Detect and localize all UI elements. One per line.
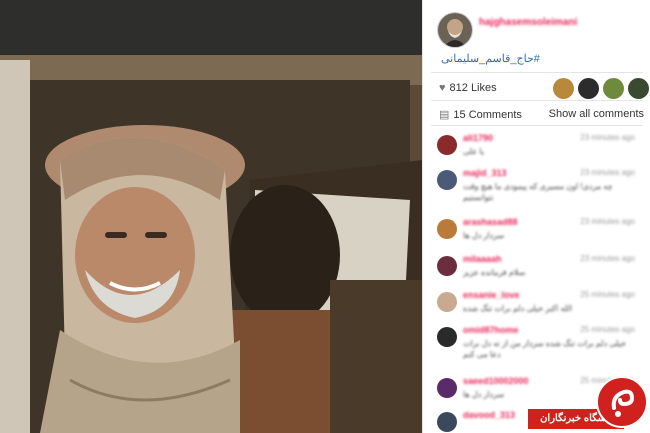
post-photo [0,0,422,433]
post-hashtag[interactable]: #حاج_قاسم_سلیمانی [441,52,540,65]
comment-text: خیلی دلم برات تنگ شده سردار من از ته دل … [463,339,627,359]
commenter-avatar[interactable] [437,256,457,276]
comments-count: ▤ 15 Comments [439,108,522,121]
comment-time: 23 minutes ago [580,254,635,263]
commenter-avatar[interactable] [437,327,457,347]
comment-text: یا علی [463,147,484,156]
commenter-username[interactable]: arashasad88 [463,217,518,227]
commenter-username[interactable]: davood_313 [463,410,515,420]
commenter-avatar[interactable] [437,135,457,155]
comment-item: arashasad88 23 minutes ago سردار دل ها [437,217,643,249]
liker-avatar[interactable] [603,78,624,99]
commenter-username[interactable]: ali1790 [463,133,493,143]
commenter-username[interactable]: omid87home [463,325,519,335]
post-username[interactable]: hajghasemsoleimani [479,17,577,28]
heart-icon: ♥ [439,82,446,94]
commenter-username[interactable]: majid_313 [463,168,507,178]
post-sidebar: hajghasemsoleimani #حاج_قاسم_سلیمانی ♥ 81… [422,0,650,433]
liker-avatar[interactable] [628,78,649,99]
comment-item: milaaaah 23 minutes ago سلام فرمانده عزی… [437,254,643,286]
likes-label: 812 Likes [449,82,497,94]
comment-item: omid87home 25 minutes ago خیلی دلم برات … [437,325,643,359]
comment-time: 23 minutes ago [580,168,635,177]
divider [431,125,643,126]
commenter-username[interactable]: saeed10002000 [463,376,529,386]
liker-avatar[interactable] [553,78,574,99]
comment-text: سلام فرمانده عزیز [463,268,526,277]
comment-item: ali1790 23 minutes ago یا علی [437,133,643,165]
comment-text: الله اکبر خیلی دلم برات تنگ شده [463,304,573,313]
comment-time: 23 minutes ago [580,217,635,226]
show-all-comments-link[interactable]: Show all comments [549,108,644,120]
comment-time: 23 minutes ago [580,133,635,142]
commenter-avatar[interactable] [437,412,457,432]
comment-item: ensanie_love 25 minutes ago الله اکبر خی… [437,290,643,322]
divider [431,100,643,101]
comment-icon: ▤ [439,109,450,121]
commenter-avatar[interactable] [437,219,457,239]
comment-time: 25 minutes ago [580,325,635,334]
liker-avatar[interactable] [578,78,599,99]
watermark-logo-icon [596,376,648,428]
commenter-username[interactable]: ensanie_love [463,290,520,300]
commenter-avatar[interactable] [437,170,457,190]
commenter-username[interactable]: milaaaah [463,254,502,264]
comments-label: 15 Comments [453,109,522,121]
comment-time: 25 minutes ago [580,290,635,299]
comment-item: majid_313 23 minutes ago چه مردی! اون مس… [437,168,643,202]
commenter-avatar[interactable] [437,378,457,398]
likes-count[interactable]: ♥ 812 Likes [439,82,497,94]
comment-text: چه مردی! اون مسیری که پیمودی ما هیچ وقت … [463,182,613,202]
profile-avatar[interactable] [437,12,473,48]
divider [431,72,643,73]
comment-text: سردار دل ها [463,231,505,240]
commenter-avatar[interactable] [437,292,457,312]
